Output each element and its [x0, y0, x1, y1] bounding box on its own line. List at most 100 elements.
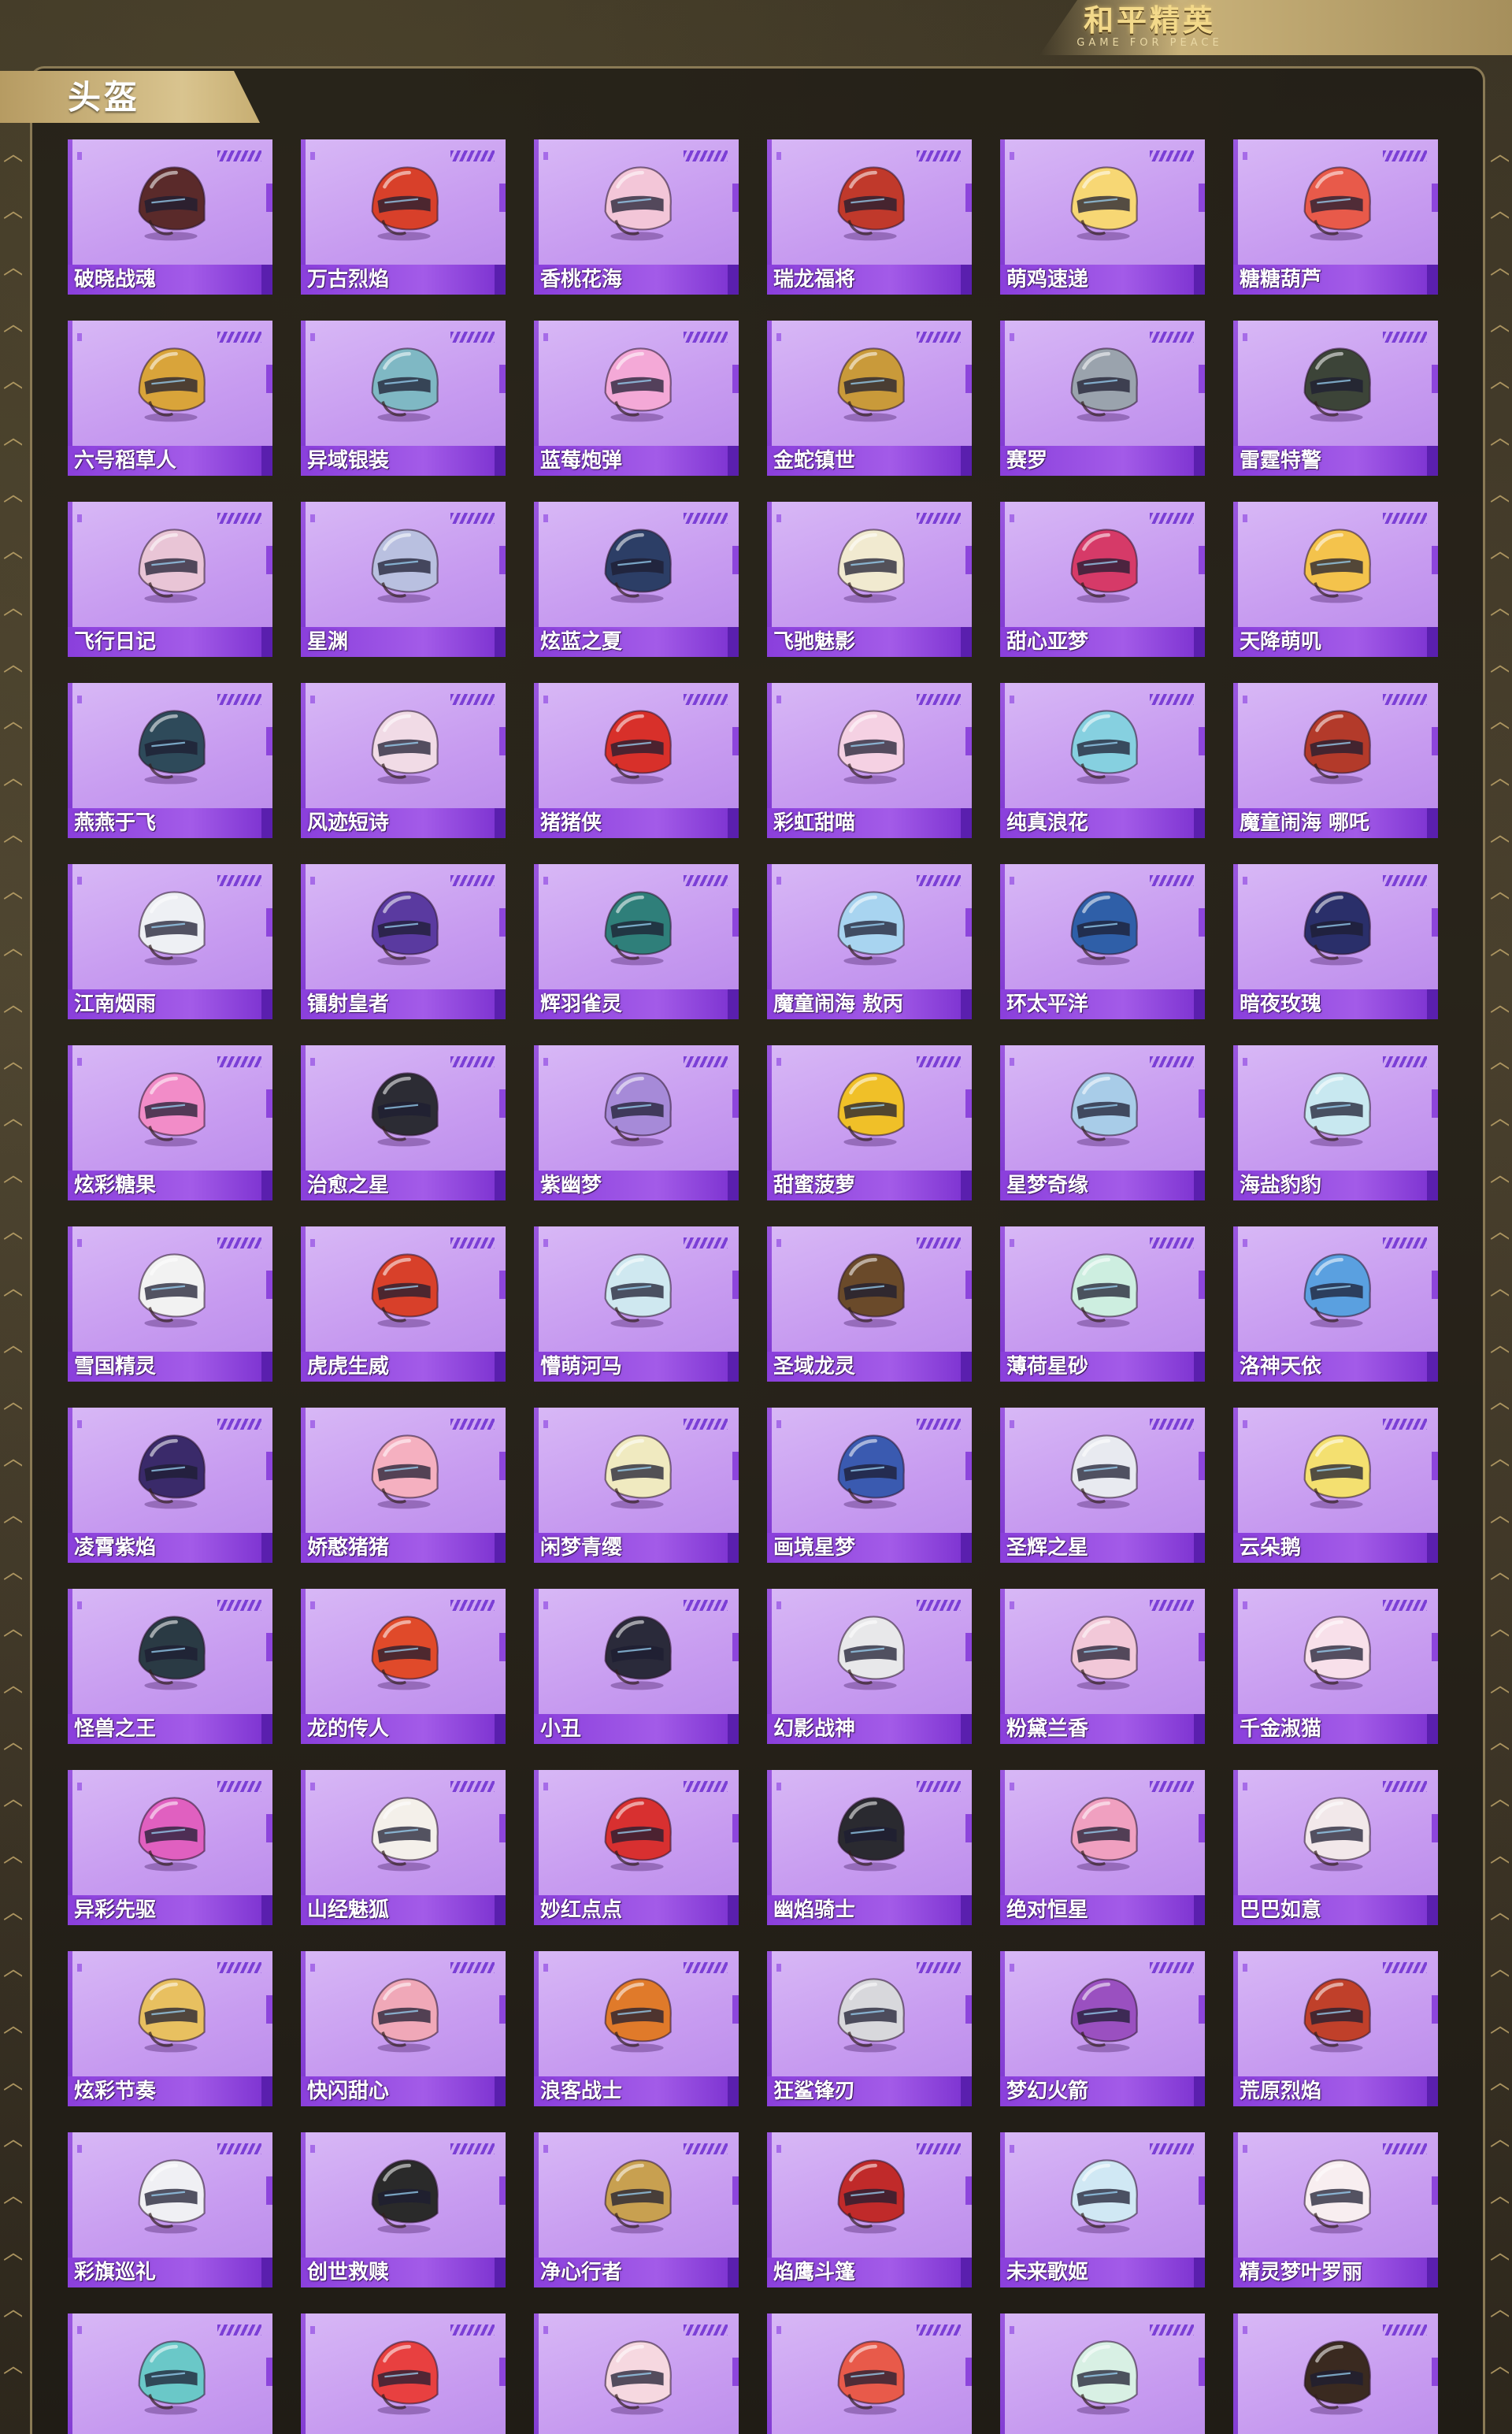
- helmet-card[interactable]: 糖糖葫芦: [1233, 139, 1438, 295]
- helmet-card[interactable]: 镭射皇者: [301, 864, 506, 1019]
- helmet-card[interactable]: 粉黛兰香: [1000, 1589, 1205, 1744]
- helmet-card[interactable]: 魔童闹海 哪吒: [1233, 683, 1438, 838]
- helmet-card[interactable]: 炫彩糖果: [68, 1045, 272, 1200]
- helmet-card[interactable]: 虎虎生威: [301, 1226, 506, 1382]
- helmet-card[interactable]: [68, 2313, 272, 2434]
- helmet-card[interactable]: [767, 2313, 972, 2434]
- helmet-card[interactable]: 飞行日记: [68, 502, 272, 657]
- helmet-card[interactable]: 狂鲨锋刃: [767, 1951, 972, 2106]
- helmet-card[interactable]: 破晓战魂: [68, 139, 272, 295]
- helmet-card[interactable]: 赛罗: [1000, 321, 1205, 476]
- helmet-card[interactable]: 巴巴如意: [1233, 1770, 1438, 1925]
- helmet-card[interactable]: 闲梦青缨: [534, 1408, 739, 1563]
- helmet-card[interactable]: 江南烟雨: [68, 864, 272, 1019]
- helmet-card[interactable]: 纯真浪花: [1000, 683, 1205, 838]
- card-stripes-decor: [917, 2143, 961, 2154]
- helmet-icon: [1059, 2331, 1147, 2419]
- helmet-card[interactable]: 甜心亚梦: [1000, 502, 1205, 657]
- helmet-card[interactable]: 猪猪侠: [534, 683, 739, 838]
- helmet-card[interactable]: 星渊: [301, 502, 506, 657]
- helmet-card[interactable]: 幻影战神: [767, 1589, 972, 1744]
- helmet-name: 海盐豹豹: [1240, 1174, 1322, 1197]
- card-corner-mark: [310, 1239, 315, 1247]
- card-corner-mark: [1010, 333, 1014, 341]
- helmet-card[interactable]: 千金淑猫: [1233, 1589, 1438, 1744]
- card-corner-mark: [543, 1058, 548, 1066]
- helmet-card[interactable]: 梦幻火箭: [1000, 1951, 1205, 2106]
- helmet-card[interactable]: 薄荷星砂: [1000, 1226, 1205, 1382]
- helmet-card[interactable]: 凌霄紫焰: [68, 1408, 272, 1563]
- helmet-card[interactable]: 净心行者: [534, 2132, 739, 2287]
- helmet-card[interactable]: [301, 2313, 506, 2434]
- helmet-card[interactable]: 绝对恒星: [1000, 1770, 1205, 1925]
- helmet-card[interactable]: 辉羽雀灵: [534, 864, 739, 1019]
- helmet-card[interactable]: 懵萌河马: [534, 1226, 739, 1382]
- chevron-decor-left: ︿ ︿ ︿ ︿ ︿ ︿ ︿ ︿ ︿ ︿ ︿ ︿ ︿ ︿ ︿ ︿ ︿ ︿ ︿ ︿ ︿ ︿ ︿ ︿ ︿ ︿ ︿ ︿ ︿ ︿ ︿ ︿ ︿ ︿ ︿ ︿ ︿ ︿ ︿ ︿: [3, 143, 22, 2378]
- helmet-card[interactable]: 万古烈焰: [301, 139, 506, 295]
- helmet-card[interactable]: 星梦奇缘: [1000, 1045, 1205, 1200]
- helmet-icon: [360, 700, 448, 788]
- helmet-card[interactable]: 彩虹甜喵: [767, 683, 972, 838]
- chevron-decor-right: ︿ ︿ ︿ ︿ ︿ ︿ ︿ ︿ ︿ ︿ ︿ ︿ ︿ ︿ ︿ ︿ ︿ ︿ ︿ ︿ ︿ ︿ ︿ ︿ ︿ ︿ ︿ ︿ ︿ ︿ ︿ ︿ ︿ ︿ ︿ ︿ ︿ ︿ ︿ ︿: [1490, 143, 1509, 2378]
- helmet-card[interactable]: 蓝莓炮弹: [534, 321, 739, 476]
- helmet-card[interactable]: 天降萌叽: [1233, 502, 1438, 657]
- helmet-card[interactable]: 画境星梦: [767, 1408, 972, 1563]
- helmet-card[interactable]: 浪客战士: [534, 1951, 739, 2106]
- helmet-card[interactable]: 彩旗巡礼: [68, 2132, 272, 2287]
- helmet-card[interactable]: 圣域龙灵: [767, 1226, 972, 1382]
- helmet-card[interactable]: 环太平洋: [1000, 864, 1205, 1019]
- helmet-card[interactable]: 未来歌姬: [1000, 2132, 1205, 2287]
- helmet-card[interactable]: 怪兽之王: [68, 1589, 272, 1744]
- helmet-card[interactable]: 圣辉之星: [1000, 1408, 1205, 1563]
- card-corner-mark: [776, 2326, 781, 2334]
- helmet-card[interactable]: 甜蜜菠萝: [767, 1045, 972, 1200]
- helmet-card[interactable]: 小丑: [534, 1589, 739, 1744]
- card-stripes-decor: [450, 1781, 495, 1792]
- helmet-card[interactable]: 暗夜玫瑰: [1233, 864, 1438, 1019]
- helmet-card[interactable]: 金蛇镇世: [767, 321, 972, 476]
- helmet-card[interactable]: 飞驰魅影: [767, 502, 972, 657]
- card-corner-mark: [77, 333, 82, 341]
- helmet-card[interactable]: 龙的传人: [301, 1589, 506, 1744]
- helmet-card[interactable]: [534, 2313, 739, 2434]
- helmet-card[interactable]: 异域银装: [301, 321, 506, 476]
- helmet-card[interactable]: 风迹短诗: [301, 683, 506, 838]
- helmet-card[interactable]: 山经魅狐: [301, 1770, 506, 1925]
- helmet-card[interactable]: 香桃花海: [534, 139, 739, 295]
- helmet-card[interactable]: 海盐豹豹: [1233, 1045, 1438, 1200]
- helmet-card[interactable]: 荒原烈焰: [1233, 1951, 1438, 2106]
- card-stripes-decor: [684, 1600, 728, 1611]
- helmet-name: 怪兽之王: [74, 1717, 157, 1741]
- helmet-card[interactable]: 瑞龙福将: [767, 139, 972, 295]
- helmet-card[interactable]: 快闪甜心: [301, 1951, 506, 2106]
- helmet-name: 飞行日记: [74, 630, 157, 654]
- card-stripes-decor: [1383, 150, 1427, 161]
- helmet-card[interactable]: 六号稻草人: [68, 321, 272, 476]
- helmet-card[interactable]: 炫彩节奏: [68, 1951, 272, 2106]
- helmet-card[interactable]: 萌鸡速递: [1000, 139, 1205, 295]
- helmet-card[interactable]: 创世救赎: [301, 2132, 506, 2287]
- card-stripes-decor: [1383, 1781, 1427, 1792]
- helmet-name: 幻影战神: [773, 1717, 856, 1741]
- helmet-card[interactable]: 洛神天依: [1233, 1226, 1438, 1382]
- helmet-card[interactable]: 妙红点点: [534, 1770, 739, 1925]
- helmet-card[interactable]: 焰鹰斗篷: [767, 2132, 972, 2287]
- helmet-card[interactable]: 雪国精灵: [68, 1226, 272, 1382]
- helmet-icon: [127, 2331, 215, 2419]
- helmet-card[interactable]: [1233, 2313, 1438, 2434]
- helmet-card[interactable]: 魔童闹海 敖丙: [767, 864, 972, 1019]
- helmet-card[interactable]: [1000, 2313, 1205, 2434]
- helmet-card[interactable]: 云朵鹅: [1233, 1408, 1438, 1563]
- helmet-card[interactable]: 娇憨猪猪: [301, 1408, 506, 1563]
- brand-subtitle: GAME FOR PEACE: [1077, 37, 1223, 49]
- helmet-card[interactable]: 幽焰骑士: [767, 1770, 972, 1925]
- helmet-card[interactable]: 雷霆特警: [1233, 321, 1438, 476]
- card-corner-mark: [1010, 1964, 1014, 1972]
- helmet-card[interactable]: 精灵梦叶罗丽: [1233, 2132, 1438, 2287]
- helmet-card[interactable]: 治愈之星: [301, 1045, 506, 1200]
- helmet-card[interactable]: 炫蓝之夏: [534, 502, 739, 657]
- helmet-card[interactable]: 燕燕于飞: [68, 683, 272, 838]
- helmet-card[interactable]: 紫幽梦: [534, 1045, 739, 1200]
- helmet-card[interactable]: 异彩先驱: [68, 1770, 272, 1925]
- card-stripes-decor: [1150, 1056, 1194, 1067]
